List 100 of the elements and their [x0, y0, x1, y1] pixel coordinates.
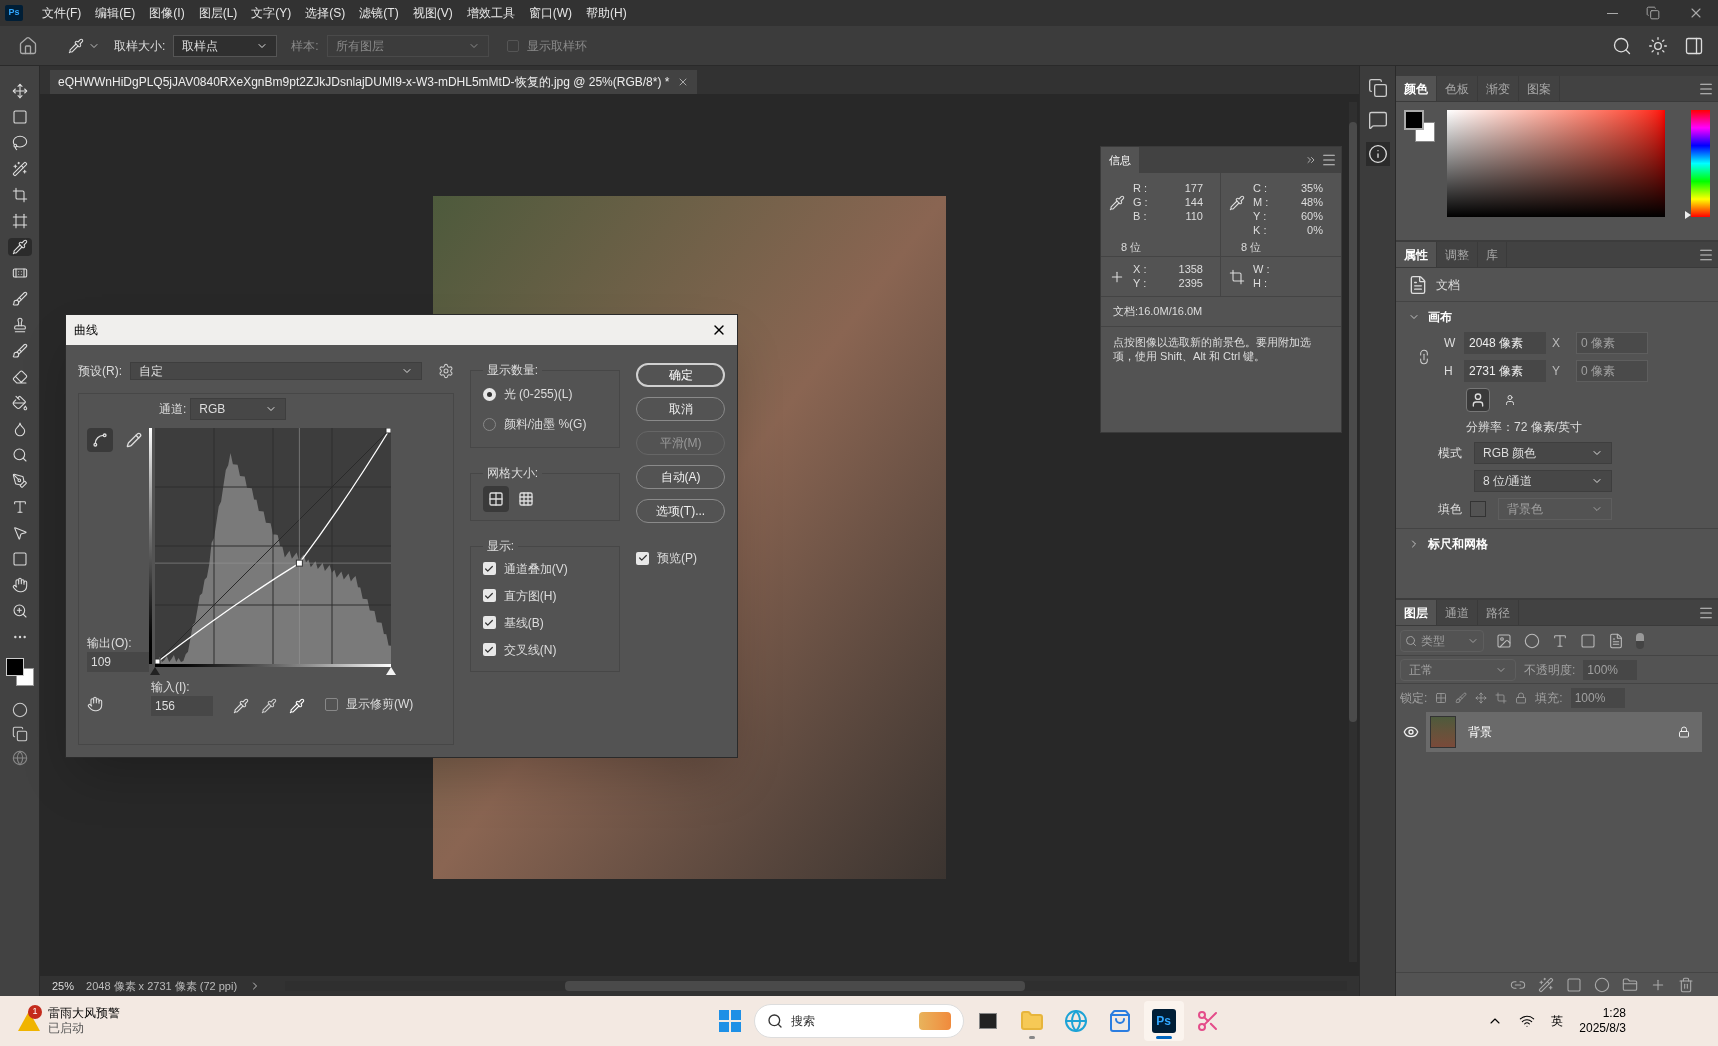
panel-tab[interactable]: 路径 [1478, 600, 1519, 625]
preset-dropdown[interactable]: 自定 [130, 362, 422, 380]
healing-brush-tool-icon[interactable] [11, 265, 28, 281]
eraser-tool-icon[interactable] [11, 369, 28, 385]
opacity-field[interactable]: 100% [1583, 659, 1638, 680]
dimension-field[interactable]: 2048 像素 [1464, 332, 1546, 354]
simple-grid-button[interactable] [482, 486, 509, 512]
input-field[interactable]: 156 [151, 696, 213, 716]
clock-date[interactable]: 2025/8/3 [1579, 1021, 1626, 1036]
stamp-tool-icon[interactable] [11, 317, 28, 333]
panel-tab[interactable]: 色板 [1437, 76, 1478, 101]
menu-item[interactable]: 图层(L) [191, 4, 245, 22]
minimize-icon[interactable] [1607, 12, 1618, 14]
checkbox[interactable] [482, 643, 496, 656]
panel-tab[interactable]: 图案 [1519, 76, 1560, 101]
sample-label: 样本: [291, 37, 319, 55]
path-selection-tool-icon[interactable] [11, 525, 28, 541]
info-label: M : [1253, 194, 1270, 210]
filter-toggle[interactable] [1636, 632, 1644, 649]
panel-tab[interactable]: 信息 [1101, 147, 1139, 173]
vertical-scrollbar[interactable] [1349, 102, 1357, 962]
channel-dropdown[interactable]: RGB [190, 398, 287, 420]
menu-item[interactable]: 文字(Y) [244, 4, 299, 22]
checkbox[interactable] [482, 562, 496, 575]
lasso-tool-icon[interactable] [11, 135, 28, 151]
menu-item[interactable]: 帮助(H) [579, 4, 634, 22]
panel-tab[interactable]: 通道 [1437, 600, 1478, 625]
panel-tab[interactable]: 属性 [1396, 242, 1437, 267]
document-info: 2048 像素 x 2731 像素 (72 ppi) [86, 978, 238, 994]
panel-tab[interactable]: 调整 [1437, 242, 1478, 267]
section-title[interactable]: 画布 [1428, 308, 1452, 326]
fill-label: 填充: [1535, 690, 1563, 707]
mode-dropdown[interactable]: RGB 颜色 [1474, 442, 1612, 464]
dimension-field[interactable]: 2731 像素 [1464, 360, 1546, 382]
crop-tool-icon[interactable] [11, 187, 28, 203]
pen-tool-icon[interactable] [11, 473, 28, 489]
app-logo[interactable]: Ps [5, 5, 23, 21]
bit-depth-dropdown[interactable]: 8 位/通道 [1474, 470, 1612, 492]
rectangle-tool-icon[interactable] [11, 551, 28, 567]
menu-item[interactable]: 增效工具 [459, 4, 522, 22]
shadow-slider-handle[interactable] [150, 667, 160, 675]
menu-item[interactable]: 文件(F) [35, 4, 89, 22]
eyedropper-tool-icon[interactable] [11, 239, 28, 255]
menu-item[interactable]: 图像(I) [142, 4, 192, 22]
menu-item[interactable]: 窗口(W) [521, 4, 579, 22]
color-swatches[interactable] [1404, 110, 1436, 142]
eye-icon[interactable] [1403, 724, 1419, 740]
history-brush-tool-icon[interactable] [11, 343, 28, 359]
section-title[interactable]: 标尺和网格 [1428, 534, 1488, 553]
checkbox-label: 直方图(H) [503, 587, 557, 605]
eyedropper-icon [1229, 195, 1245, 211]
quick-mask-icon [11, 702, 28, 718]
dialog-button[interactable]: 确定 [636, 363, 725, 387]
magic-wand-tool-icon[interactable] [11, 161, 28, 177]
type-tool-icon[interactable] [11, 499, 28, 515]
panel-tab[interactable]: 图层 [1396, 600, 1437, 625]
fx-icon [1538, 976, 1554, 993]
sample-size-dropdown[interactable]: 取样点 [173, 34, 278, 57]
field-label: X [1552, 335, 1561, 352]
hue-slider-thumb[interactable] [1684, 211, 1691, 219]
brush-tool-icon[interactable] [11, 291, 28, 307]
radio-button[interactable] [482, 387, 496, 401]
menu-item[interactable]: 视图(V) [405, 4, 460, 22]
panel-menu-icon [1321, 152, 1337, 168]
task-view-icon [978, 1013, 997, 1029]
move-tool-icon[interactable] [11, 83, 28, 99]
zoom-tool-icon[interactable] [11, 603, 28, 619]
checkbox[interactable] [325, 697, 338, 711]
menu-item[interactable]: 选择(S) [298, 4, 353, 22]
zoom-level[interactable]: 25% [52, 977, 75, 995]
portrait-button[interactable] [1466, 388, 1490, 412]
input-method-indicator[interactable]: 英 [1551, 1012, 1564, 1030]
fill-field[interactable]: 100% [1570, 688, 1625, 708]
color-picker-field[interactable] [1447, 110, 1665, 217]
checkbox[interactable] [506, 39, 519, 52]
curve-tool-button[interactable] [87, 428, 113, 452]
panel-tab[interactable]: 颜色 [1396, 76, 1437, 101]
hue-slider-track[interactable] [1691, 110, 1710, 217]
document-tab[interactable]: eQHWWnHiDgPLQ5jJAV0840RXeXgnBm9pt2ZJkJDsnlajDUMI9-x-W3-mDHL5mMtD-恢复的.jpg @ 25%(RGB/8*) * [50, 70, 698, 94]
menu-item[interactable]: 编辑(E) [88, 4, 143, 22]
color-swatches[interactable] [5, 658, 34, 686]
checkbox[interactable] [482, 616, 496, 629]
checkbox[interactable] [636, 551, 649, 565]
taskbar-search-field[interactable]: 搜索 [753, 1004, 964, 1038]
hand-tool-icon[interactable] [11, 577, 28, 593]
curve-graph-drawing[interactable] [155, 428, 391, 664]
output-field[interactable]: 109 [87, 652, 149, 672]
start-icon[interactable] [718, 1010, 741, 1032]
highlight-slider-handle[interactable] [386, 667, 396, 675]
panel-tab[interactable]: 库 [1478, 242, 1507, 267]
fill-swatch[interactable] [1470, 501, 1486, 517]
clock-time[interactable]: 1:28 [1602, 1006, 1626, 1021]
marquee-tool-icon[interactable] [11, 109, 28, 125]
dodge-tool-icon[interactable] [11, 447, 28, 463]
paint-bucket-tool-icon[interactable] [11, 395, 28, 411]
panel-tab[interactable]: 渐变 [1478, 76, 1519, 101]
frame-tool-icon[interactable] [11, 213, 28, 229]
layer-row[interactable]: 背景 [1426, 712, 1702, 752]
checkbox[interactable] [482, 589, 496, 602]
menu-item[interactable]: 滤镜(T) [352, 4, 406, 22]
